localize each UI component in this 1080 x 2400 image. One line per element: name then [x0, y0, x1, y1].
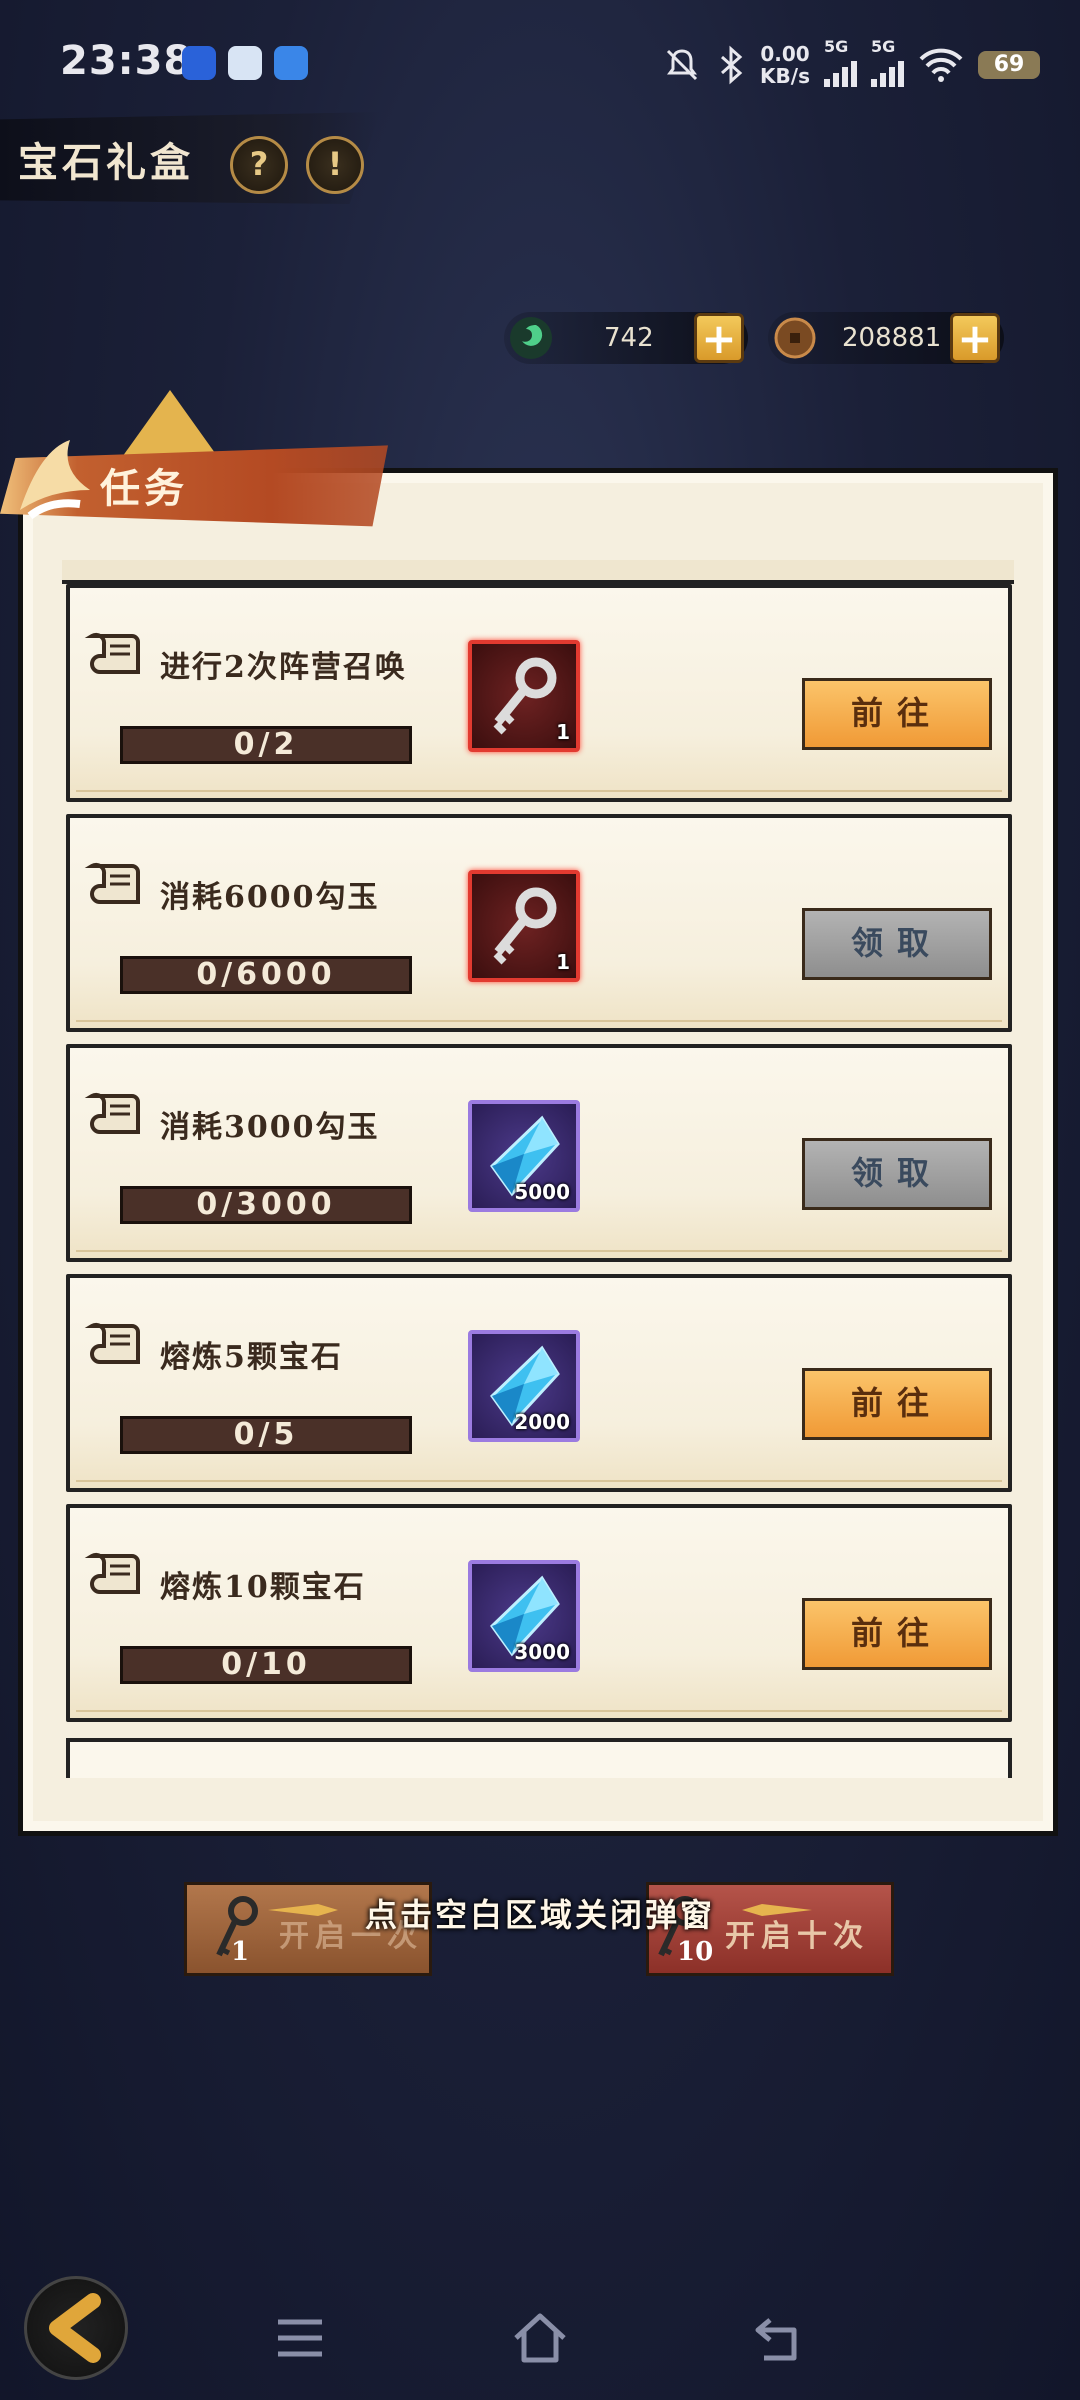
net-speed-unit: KB/s [760, 64, 810, 88]
chevron-left-icon [49, 2293, 101, 2363]
background-decoration [120, 390, 220, 460]
mute-icon [666, 49, 698, 81]
close-popup-hint[interactable]: 点击空白区域关闭弹窗 [330, 1890, 750, 1936]
task-card: 熔炼5颗宝石 0/5 2000 前往 [66, 1274, 1012, 1492]
task-progress: 0/6000 [120, 956, 412, 994]
signal-2-icon: 5G [871, 37, 904, 87]
back-nav-icon[interactable] [750, 2308, 810, 2368]
reward-gem-item[interactable]: 5000 [468, 1100, 580, 1212]
app-notification-icon [182, 46, 216, 80]
status-right: 0.00 KB/s 5G 5G 69 [662, 37, 1040, 90]
wifi-icon [919, 48, 963, 82]
task-title: 消耗6000勾玉 [160, 880, 380, 915]
reward-count: 1 [556, 720, 570, 744]
reward-count: 1 [556, 950, 570, 974]
home-icon[interactable] [510, 2308, 570, 2368]
go-button[interactable]: 前往 [802, 1368, 992, 1440]
signal-2-label: 5G [871, 37, 896, 56]
reward-count: 2000 [514, 1410, 570, 1434]
task-card: 熔炼10颗宝石 0/10 3000 前往 [66, 1504, 1012, 1722]
scroll-icon [84, 1552, 140, 1594]
bluetooth-icon [721, 45, 743, 85]
task-card: 进行2次阵营召唤 0/2 1 前往 [66, 584, 1012, 802]
chat-notification-icon [228, 46, 262, 80]
open-once-count: 1 [231, 1937, 250, 1967]
task-progress: 0/10 [120, 1646, 412, 1684]
reward-key-item[interactable]: 1 [468, 870, 580, 982]
scroll-icon [84, 1092, 140, 1134]
reward-gem-item[interactable]: 2000 [468, 1330, 580, 1442]
task-progress: 0/3000 [120, 1186, 412, 1224]
task-progress: 0/5 [120, 1416, 412, 1454]
magatama-amount: 742 [604, 323, 654, 353]
battery-icon: 69 [978, 51, 1040, 79]
reward-count: 3000 [514, 1640, 570, 1664]
scroll-icon [84, 862, 140, 904]
task-title: 熔炼5颗宝石 [160, 1340, 343, 1375]
page-title: 宝石礼盒 [18, 139, 194, 186]
task-card-partial [66, 1738, 1012, 1778]
scroll-icon [84, 632, 140, 674]
task-progress: 0/2 [120, 726, 412, 764]
signal-1-icon: 5G [824, 37, 857, 87]
status-time: 23:38 [60, 38, 193, 84]
brush-decoration-icon [20, 440, 90, 520]
task-card: 消耗6000勾玉 0/6000 1 领取 [66, 814, 1012, 1032]
open-ten-count: 10 [677, 1937, 714, 1967]
reward-count: 5000 [514, 1180, 570, 1204]
reward-key-item[interactable]: 1 [468, 640, 580, 752]
scroll-icon [84, 1322, 140, 1364]
info-button[interactable]: ! [306, 136, 364, 194]
task-title: 熔炼10颗宝石 [160, 1570, 366, 1605]
menu-icon[interactable] [270, 2308, 330, 2368]
magatama-icon [510, 317, 552, 359]
signal-1-label: 5G [824, 37, 849, 56]
task-title: 进行2次阵营召唤 [160, 650, 407, 685]
add-coin-button[interactable]: + [950, 313, 1000, 363]
net-speed-value: 0.00 [760, 42, 810, 66]
status-bar: 23:38 0.00 KB/s 5G 5G 69 [0, 0, 1080, 130]
claim-button[interactable]: 领取 [802, 1138, 992, 1210]
task-tab-label: 任务 [100, 465, 188, 512]
back-button[interactable] [24, 2276, 128, 2380]
task-card: 消耗3000勾玉 0/3000 5000 领取 [66, 1044, 1012, 1262]
coin-icon [774, 317, 816, 359]
reward-gem-item[interactable]: 3000 [468, 1560, 580, 1672]
list-top-edge [62, 560, 1014, 584]
claim-button[interactable]: 领取 [802, 908, 992, 980]
task-title: 消耗3000勾玉 [160, 1110, 380, 1145]
go-button[interactable]: 前往 [802, 678, 992, 750]
add-magatama-button[interactable]: + [694, 313, 744, 363]
coin-amount: 208881 [842, 323, 942, 353]
go-button[interactable]: 前往 [802, 1598, 992, 1670]
help-button[interactable]: ? [230, 136, 288, 194]
feather-notification-icon [274, 46, 308, 80]
net-speed: 0.00 KB/s [760, 43, 810, 87]
